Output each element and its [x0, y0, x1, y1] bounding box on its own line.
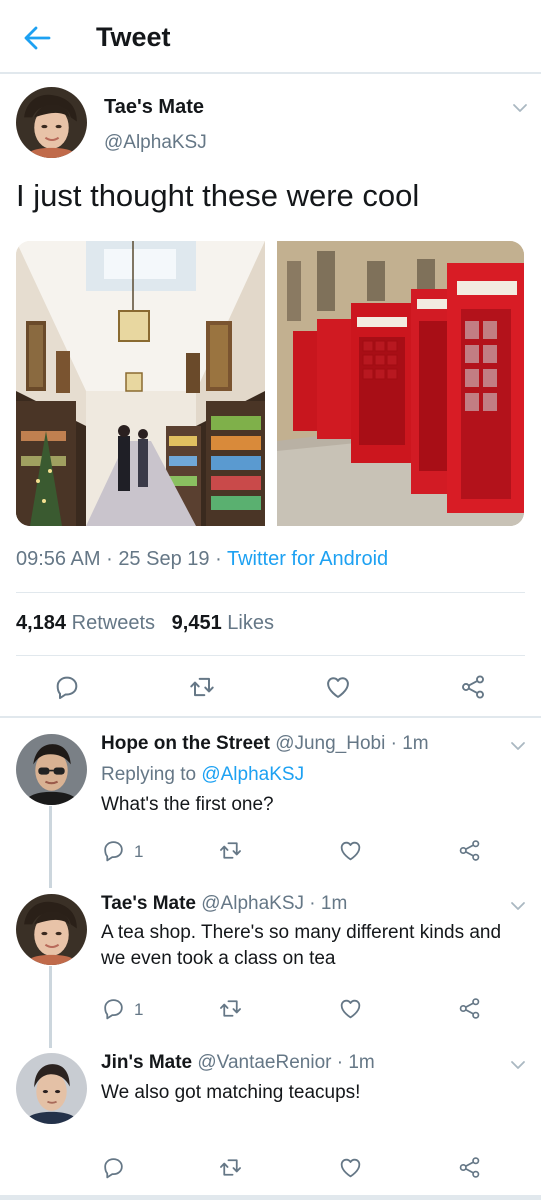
- bottom-divider: [0, 1195, 541, 1200]
- reply-age: 1m: [320, 893, 348, 914]
- retweet-icon[interactable]: [188, 673, 216, 701]
- meta-separator: ·: [336, 1052, 344, 1073]
- reply-age: 1m: [402, 733, 429, 754]
- thread-line: [49, 966, 52, 1048]
- share-icon[interactable]: [457, 1155, 482, 1180]
- chevron-down-icon[interactable]: [510, 739, 526, 751]
- avatar[interactable]: [16, 734, 87, 805]
- replying-to-handle[interactable]: @AlphaKSJ: [201, 764, 304, 785]
- like-icon[interactable]: [338, 838, 363, 863]
- replying-to: Replying to @AlphaKSJ: [101, 764, 304, 786]
- like-icon[interactable]: [338, 996, 363, 1021]
- chevron-down-icon[interactable]: [510, 1058, 526, 1070]
- reply-count: 1: [134, 1000, 144, 1019]
- reply-author-name[interactable]: Hope on the Street: [101, 733, 270, 754]
- divider: [16, 592, 525, 593]
- avatar[interactable]: [16, 894, 87, 965]
- retweet-icon[interactable]: [218, 838, 243, 863]
- like-count: 9,451: [171, 612, 222, 634]
- reply-author-name[interactable]: Jin's Mate: [101, 1052, 192, 1073]
- retweet-icon[interactable]: [218, 1155, 243, 1180]
- reply-author-handle[interactable]: @VantaeRenior: [197, 1052, 331, 1073]
- reply-author-name[interactable]: Tae's Mate: [101, 893, 196, 914]
- retweet-count: 4,184: [16, 612, 67, 634]
- meta-separator: ·: [215, 548, 222, 570]
- like-icon[interactable]: [324, 673, 352, 701]
- reply-count: 1: [134, 842, 144, 861]
- tweet-meta: 09:56 AM · 25 Sep 19 · Twitter for Andro…: [16, 548, 388, 571]
- share-icon[interactable]: [457, 838, 482, 863]
- reply-icon[interactable]: [101, 1155, 126, 1180]
- like-icon[interactable]: [338, 1155, 363, 1180]
- reply-author-handle[interactable]: @AlphaKSJ: [201, 893, 304, 914]
- retweet-label: Retweets: [71, 612, 155, 634]
- avatar[interactable]: [16, 87, 87, 158]
- page-title: Tweet: [96, 22, 171, 52]
- meta-separator: ·: [106, 548, 113, 570]
- reply-text: A tea shop. There's so many different ki…: [101, 922, 502, 969]
- thread-line: [49, 806, 52, 888]
- divider: [0, 716, 541, 718]
- tweet-text: I just thought these were cool: [16, 178, 420, 213]
- reply-age: 1m: [348, 1052, 375, 1073]
- top-bar: Tweet: [0, 0, 541, 74]
- meta-separator: ·: [309, 893, 316, 914]
- tweet-date: 25 Sep 19: [118, 548, 210, 570]
- tweet-image-tea-shop[interactable]: [16, 241, 265, 526]
- like-label: Likes: [227, 612, 274, 634]
- reply-icon[interactable]: [101, 996, 126, 1021]
- tweet-stats: 4,184 Retweets 9,451 Likes: [16, 612, 274, 635]
- back-arrow-icon[interactable]: [22, 24, 52, 52]
- tweet-time: 09:56 AM: [16, 548, 101, 570]
- reply-header: Tae's Mate @AlphaKSJ · 1m: [101, 893, 347, 915]
- author-handle[interactable]: @AlphaKSJ: [104, 132, 207, 154]
- chevron-down-icon[interactable]: [512, 101, 528, 113]
- author-name[interactable]: Tae's Mate: [104, 96, 204, 119]
- reply-text: What's the first one?: [101, 794, 274, 815]
- tweet-source-link[interactable]: Twitter for Android: [227, 548, 388, 570]
- replying-to-label: Replying to: [101, 764, 197, 785]
- share-icon[interactable]: [457, 996, 482, 1021]
- reply-text: We also got matching teacups!: [101, 1082, 361, 1103]
- chevron-down-icon[interactable]: [510, 899, 526, 911]
- reply-icon[interactable]: [101, 838, 126, 863]
- meta-separator: ·: [390, 733, 397, 754]
- reply-header: Hope on the Street @Jung_Hobi · 1m: [101, 733, 429, 755]
- tweet-image-phone-boxes[interactable]: [277, 241, 524, 526]
- reply-author-handle[interactable]: @Jung_Hobi: [275, 733, 385, 754]
- share-icon[interactable]: [459, 673, 487, 701]
- divider: [16, 655, 525, 656]
- avatar[interactable]: [16, 1053, 87, 1124]
- reply-icon[interactable]: [53, 673, 81, 701]
- likes-stat[interactable]: 9,451 Likes: [172, 612, 274, 634]
- retweet-icon[interactable]: [218, 996, 243, 1021]
- retweets-stat[interactable]: 4,184 Retweets: [16, 612, 155, 634]
- reply-header: Jin's Mate @VantaeRenior · 1m: [101, 1052, 375, 1074]
